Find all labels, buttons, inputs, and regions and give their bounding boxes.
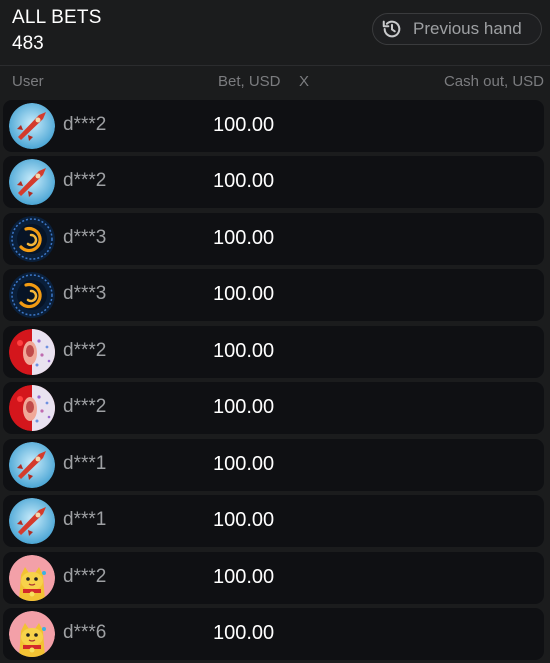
column-bet: Bet, USD bbox=[218, 73, 281, 90]
column-user: User bbox=[12, 73, 44, 90]
table-row: d***3 100.00 bbox=[3, 213, 544, 265]
rocket-avatar-icon bbox=[9, 159, 55, 205]
rocket-avatar-icon bbox=[9, 498, 55, 544]
column-cashout: Cash out, USD bbox=[443, 73, 544, 90]
table-row: d***1 100.00 bbox=[3, 495, 544, 547]
lucky-cat-avatar-icon bbox=[9, 611, 55, 657]
rocket-avatar-icon bbox=[9, 442, 55, 488]
row-bet: 100.00 bbox=[213, 283, 275, 305]
rocket-avatar-icon bbox=[9, 103, 55, 149]
row-bet: 100.00 bbox=[213, 453, 275, 475]
header-divider bbox=[0, 65, 550, 66]
table-row: d***3 100.00 bbox=[3, 269, 544, 321]
row-user: d***1 bbox=[63, 453, 107, 474]
table-row: d***2 100.00 bbox=[3, 100, 544, 152]
row-bet: 100.00 bbox=[213, 622, 275, 644]
orbit-avatar-icon bbox=[9, 216, 55, 262]
row-user: d***2 bbox=[63, 114, 107, 135]
row-user: d***1 bbox=[63, 509, 107, 530]
row-bet: 100.00 bbox=[213, 340, 275, 362]
red-character-avatar-icon bbox=[9, 329, 55, 375]
row-user: d***2 bbox=[63, 396, 107, 417]
row-bet: 100.00 bbox=[213, 509, 275, 531]
table-row: d***2 100.00 bbox=[3, 552, 544, 604]
row-bet: 100.00 bbox=[213, 396, 275, 418]
table-row: d***1 100.00 bbox=[3, 439, 544, 491]
row-bet: 100.00 bbox=[213, 227, 275, 249]
table-row: d***6 100.00 bbox=[3, 608, 544, 660]
lucky-cat-avatar-icon bbox=[9, 555, 55, 601]
bets-count: 483 bbox=[12, 33, 44, 54]
row-user: d***3 bbox=[63, 283, 107, 304]
table-row: d***2 100.00 bbox=[3, 382, 544, 434]
row-user: d***2 bbox=[63, 340, 107, 361]
row-user: d***2 bbox=[63, 170, 107, 191]
red-character-avatar-icon bbox=[9, 385, 55, 431]
row-bet: 100.00 bbox=[213, 114, 275, 136]
table-row: d***2 100.00 bbox=[3, 156, 544, 208]
history-icon bbox=[381, 18, 403, 40]
orbit-avatar-icon bbox=[9, 272, 55, 318]
column-headers: User Bet, USD X Cash out, USD bbox=[0, 70, 550, 94]
row-bet: 100.00 bbox=[213, 170, 275, 192]
column-multiplier: X bbox=[299, 73, 310, 90]
row-user: d***2 bbox=[63, 566, 107, 587]
previous-hand-label: Previous hand bbox=[413, 19, 522, 38]
table-row: d***2 100.00 bbox=[3, 326, 544, 378]
row-user: d***6 bbox=[63, 622, 107, 643]
previous-hand-button[interactable]: Previous hand bbox=[372, 13, 542, 45]
bets-header: ALL BETS 483 Previous hand bbox=[0, 0, 550, 64]
row-user: d***3 bbox=[63, 227, 107, 248]
row-bet: 100.00 bbox=[213, 566, 275, 588]
all-bets-title: ALL BETS bbox=[12, 7, 102, 28]
